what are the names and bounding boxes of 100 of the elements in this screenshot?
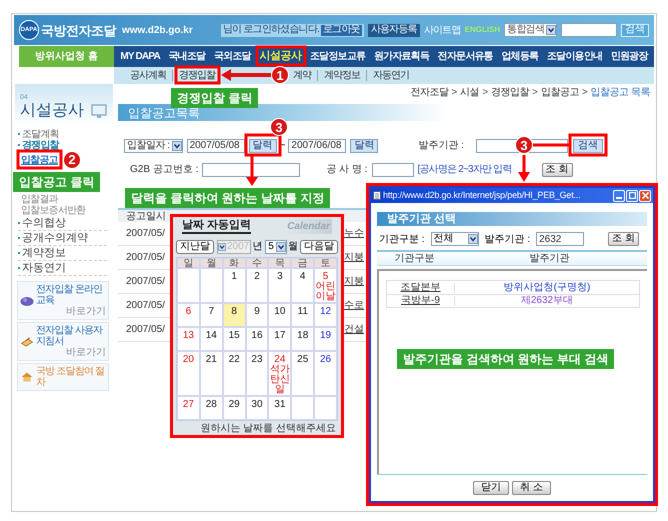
agency-link[interactable]: 방위사업청(구명청) <box>455 282 639 292</box>
minimize-button[interactable] <box>613 190 625 202</box>
day-cell[interactable]: 4 <box>291 268 314 303</box>
search-field[interactable] <box>561 23 617 37</box>
day-cell[interactable]: 20 <box>177 351 200 396</box>
day-cell[interactable]: 22 <box>222 351 246 396</box>
day-cell[interactable]: 11 <box>291 303 314 327</box>
sidebar-menu-item[interactable]: 자동연기 <box>18 261 107 276</box>
day-cell[interactable]: 16 <box>246 327 268 351</box>
notice-title-link[interactable]: 수로 <box>344 298 364 313</box>
sidebar-banner[interactable]: 전자입찰 온라인 교육 바로가기 <box>17 281 109 320</box>
menu-tab[interactable]: 국외조달 <box>214 49 251 64</box>
sidebar-link[interactable]: 경쟁입찰 <box>18 140 59 151</box>
day-cell[interactable]: 10 <box>268 303 292 327</box>
menu-tab[interactable]: 업체등록 <box>502 49 538 64</box>
month-select[interactable]: 5 <box>265 240 287 254</box>
submenu-link[interactable]: 계약정보 <box>317 70 366 81</box>
table-cell[interactable]: 국방부-9 <box>387 296 455 306</box>
agency-link[interactable]: 제2632부대 <box>455 296 639 306</box>
sidebar-menu-item[interactable]: 수의협상 <box>18 216 107 231</box>
logout-button[interactable]: 로그아웃 <box>320 24 362 36</box>
day-cell[interactable]: 28 <box>200 396 223 420</box>
day-cell[interactable]: 6 <box>177 303 200 327</box>
notice-number-field[interactable] <box>202 162 300 176</box>
day-cell[interactable]: 26 <box>314 351 337 396</box>
day-cell[interactable]: 24 석가탄신일 <box>268 351 292 396</box>
breadcrumb-link[interactable]: 입찰공고 목록 <box>590 84 650 100</box>
day-cell[interactable]: 29 <box>222 396 246 420</box>
day-cell[interactable]: 31 <box>268 396 292 420</box>
day-cell[interactable]: 21 <box>200 351 223 396</box>
day-cell[interactable]: 23 <box>246 351 268 396</box>
day-cell[interactable]: 2 <box>246 268 268 303</box>
menu-tab[interactable]: 조달이용안내 <box>546 49 602 64</box>
calendar-button[interactable]: 달력 <box>248 138 277 152</box>
calendar-button[interactable]: 달력 <box>350 138 378 152</box>
notice-title-link[interactable]: 건설 <box>344 322 364 337</box>
day-cell[interactable]: 12 <box>314 303 337 327</box>
day-cell[interactable]: 3 <box>268 268 292 303</box>
search-scope-select[interactable]: 통합검색 <box>504 23 557 37</box>
day-cell[interactable]: 14 <box>200 327 223 351</box>
breadcrumb-link[interactable]: 시설 <box>460 84 480 100</box>
date-from-field[interactable]: 2007/05/08 <box>186 138 245 152</box>
notice-title-link[interactable]: 지붕 <box>344 274 364 289</box>
menu-tab[interactable]: 국내조달 <box>168 49 206 64</box>
day-cell[interactable]: 9 <box>246 303 268 327</box>
day-cell[interactable]: 5 어린이날 <box>314 268 337 303</box>
sidebar-menu-item[interactable]: 계약정보 <box>18 246 107 261</box>
cancel-button[interactable]: 취 소 <box>512 481 551 495</box>
breadcrumb-link[interactable]: 경쟁입찰 <box>491 84 530 100</box>
project-name-field[interactable] <box>372 162 414 176</box>
register-button[interactable]: 사용자등록 <box>368 24 420 36</box>
day-cell[interactable]: 13 <box>177 327 200 351</box>
day-cell[interactable]: 1 <box>222 268 246 303</box>
agency-field[interactable]: 2632 <box>536 232 584 246</box>
day-cell[interactable]: 7 <box>200 303 223 327</box>
day-cell[interactable]: 19 <box>314 327 337 351</box>
agency-type-select[interactable]: 전체 <box>430 232 479 246</box>
day-cell[interactable]: 18 <box>291 327 314 351</box>
day-cell[interactable]: 25 <box>291 351 314 396</box>
menu-tab[interactable]: 시설공사 <box>259 48 302 65</box>
sidebar-title: 시설공사 <box>20 101 84 121</box>
day-cell[interactable]: 15 <box>222 327 246 351</box>
close-button[interactable] <box>639 190 651 202</box>
table-cell[interactable]: 조달본부 <box>387 282 455 292</box>
notice-title-link[interactable]: 누수 <box>344 226 364 241</box>
sidebar-banner[interactable]: 전자입찰 사용자 지침서 바로가기 <box>17 322 109 361</box>
submenu-link[interactable]: 자동연기 <box>366 70 415 81</box>
close-dialog-button[interactable]: 닫기 <box>473 481 510 495</box>
day-cell[interactable]: 30 <box>246 396 268 420</box>
table-cell-text: 2007/05/ <box>125 275 166 289</box>
close-icon <box>642 192 648 199</box>
day-cell[interactable]: 17 <box>268 327 292 351</box>
date-type-select[interactable]: 입찰일자 : <box>124 138 183 152</box>
sidebar-menu-item[interactable]: 공개수의계약 <box>18 231 107 246</box>
menu-tab[interactable]: 전자문서유통 <box>438 49 493 64</box>
submenu-link[interactable]: 공사계획 <box>124 70 172 81</box>
breadcrumb-link[interactable]: 입찰공고 <box>540 84 579 100</box>
submenu-link[interactable]: 경쟁입찰 <box>172 70 221 81</box>
day-cell[interactable]: 8 <box>222 303 246 327</box>
prev-month-button[interactable]: 지난달 <box>176 240 214 254</box>
maximize-button[interactable] <box>626 190 638 202</box>
callout-label: 입찰공고 클릭 <box>13 172 100 192</box>
next-month-button[interactable]: 다음달 <box>300 240 338 254</box>
notice-title-link[interactable]: 지붕 <box>344 250 364 265</box>
agency-label: 발주기관 : <box>484 232 530 246</box>
menu-tab[interactable]: MY DAPA <box>120 49 160 64</box>
sidebar-link[interactable]: 조달계획 <box>18 129 59 140</box>
query-button[interactable]: 조 회 <box>608 232 639 246</box>
submenu-link[interactable]: 계약 <box>287 70 317 81</box>
day-cell[interactable]: 27 <box>177 396 200 420</box>
sidebar-sublink[interactable]: 입찰공고 <box>21 155 58 166</box>
query-button[interactable]: 조 회 <box>542 162 573 176</box>
agency-search-button[interactable]: 검색 <box>572 138 603 152</box>
breadcrumb-link[interactable]: 전자조달 <box>410 84 448 100</box>
menu-tab[interactable]: 민원광장 <box>610 49 648 64</box>
menu-tab[interactable]: 조달정보교류 <box>310 49 366 64</box>
sidebar-sublink[interactable]: 입찰보증서반환 <box>21 205 86 216</box>
sidebar-sublink[interactable]: 입찰결과 <box>21 194 58 205</box>
menu-tab[interactable]: 원가자료획득 <box>374 49 430 64</box>
date-to-field[interactable]: 2007/06/08 <box>288 138 346 152</box>
